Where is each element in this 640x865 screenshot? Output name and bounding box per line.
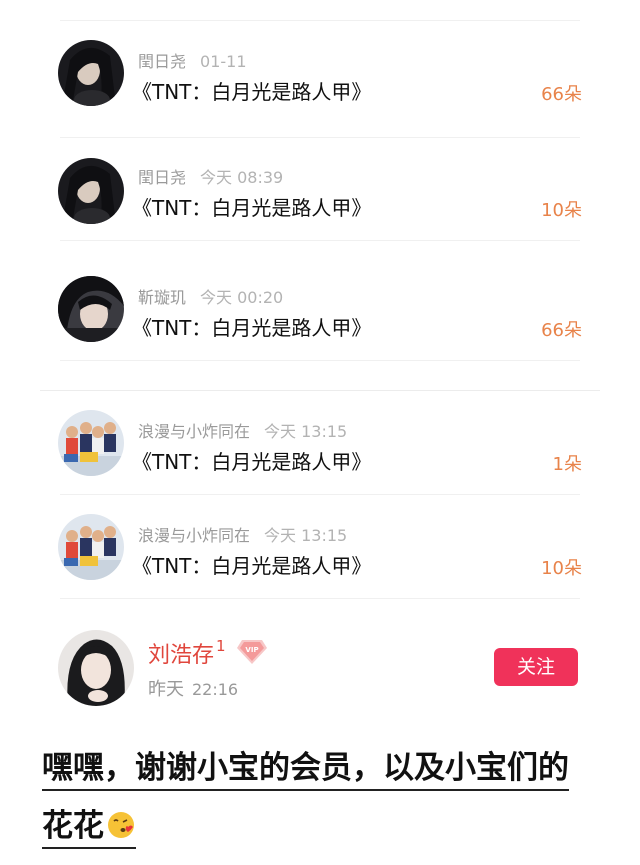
group-photo-icon xyxy=(58,410,124,476)
sender-name[interactable]: 閏日尧 xyxy=(138,168,186,187)
gift-time: 今天 08:39 xyxy=(200,168,284,187)
sender-name[interactable]: 浪漫与小炸同在 xyxy=(138,422,250,441)
user-level: 1 xyxy=(216,637,226,655)
book-title: 《TNT：白月光是路人甲》 xyxy=(132,196,372,220)
list-item[interactable]: 閏日尧 01-11 《TNT：白月光是路人甲》 66朵 xyxy=(0,40,640,136)
gift-amount: 66朵 xyxy=(541,320,582,341)
author-name-text: 刘浩存 xyxy=(148,643,215,668)
vip-badge: VIP xyxy=(236,639,268,665)
sender-name[interactable]: 閏日尧 xyxy=(138,52,186,71)
avatar[interactable] xyxy=(58,514,124,580)
avatar[interactable] xyxy=(58,40,124,106)
gift-amount: 10朵 xyxy=(541,558,582,579)
list-item[interactable]: 浪漫与小炸同在 今天 13:15 《TNT：白月光是路人甲》 10朵 xyxy=(0,514,640,610)
gift-amount: 1朵 xyxy=(552,454,582,475)
gift-time: 今天 00:20 xyxy=(200,288,284,307)
sender-meta: 閏日尧 01-11 xyxy=(138,48,247,72)
divider xyxy=(60,20,580,21)
gift-amount: 66朵 xyxy=(541,84,582,105)
divider xyxy=(40,390,600,391)
gift-amount: 10朵 xyxy=(541,200,582,221)
sender-meta: 閏日尧 今天 08:39 xyxy=(138,164,283,188)
post-date: 昨天 xyxy=(148,679,184,700)
sender-name[interactable]: 靳璇玑 xyxy=(138,288,186,307)
post-time: 昨天 22:16 xyxy=(148,675,238,701)
book-title: 《TNT：白月光是路人甲》 xyxy=(132,450,372,474)
avatar[interactable] xyxy=(58,158,124,224)
vip-badge-text: VIP xyxy=(245,646,258,654)
book-title: 《TNT：白月光是路人甲》 xyxy=(132,554,372,578)
caption-text: 花花 xyxy=(42,808,104,844)
vip-diamond-icon: VIP xyxy=(237,640,267,664)
post-clock: 22:16 xyxy=(192,680,239,699)
list-item[interactable]: 閏日尧 今天 08:39 《TNT：白月光是路人甲》 10朵 xyxy=(0,156,640,252)
gift-time: 今天 13:15 xyxy=(264,422,348,441)
woman-dark-hair-portrait-icon xyxy=(58,158,124,224)
woman-selfie-portrait-icon xyxy=(58,630,134,706)
list-item[interactable]: 浪漫与小炸同在 今天 13:15 《TNT：白月光是路人甲》 1朵 xyxy=(0,410,640,506)
book-title: 《TNT：白月光是路人甲》 xyxy=(132,80,372,104)
sender-name[interactable]: 浪漫与小炸同在 xyxy=(138,526,250,545)
avatar[interactable] xyxy=(58,276,124,342)
group-photo-icon xyxy=(58,514,124,580)
sender-meta: 浪漫与小炸同在 今天 13:15 xyxy=(138,418,347,442)
kissing-face-emoji-icon xyxy=(108,812,134,838)
woman-dark-hair-portrait-icon xyxy=(58,40,124,106)
sender-meta: 靳璇玑 今天 00:20 xyxy=(138,284,283,308)
list-item[interactable]: 靳璇玑 今天 00:20 《TNT：白月光是路人甲》 66朵 xyxy=(0,276,640,372)
divider xyxy=(60,137,580,138)
sender-meta: 浪漫与小炸同在 今天 13:15 xyxy=(138,522,347,546)
author-name[interactable]: 刘浩存 1 xyxy=(148,637,226,669)
girl-profile-portrait-icon xyxy=(58,276,124,342)
gift-time: 今天 13:15 xyxy=(264,526,348,545)
avatar[interactable] xyxy=(58,410,124,476)
caption-line-1: 嘿嘿，谢谢小宝的会员，以及小宝们的 xyxy=(42,742,569,791)
gift-time: 01-11 xyxy=(200,52,247,71)
caption-line-2: 花花 xyxy=(42,800,136,849)
author-avatar[interactable] xyxy=(58,630,134,706)
follow-button[interactable]: 关注 xyxy=(494,648,578,686)
book-title: 《TNT：白月光是路人甲》 xyxy=(132,316,372,340)
